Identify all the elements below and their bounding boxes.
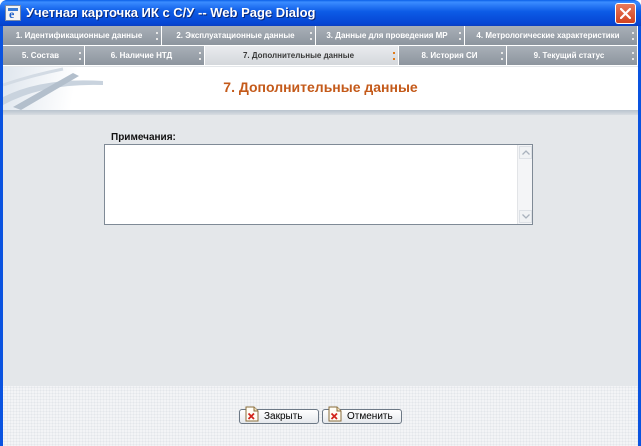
tab-grip-icon [310, 32, 312, 40]
cancel-button[interactable]: Отменить [322, 406, 402, 424]
tab-additional[interactable]: 7. Дополнительные данные [205, 46, 399, 66]
close-window-button[interactable] [615, 3, 636, 24]
tab-label: 8. История СИ [421, 50, 478, 60]
tab-current-status[interactable]: 9. Текущий статус [507, 46, 638, 66]
tab-grip-icon [156, 32, 158, 40]
tab-composition[interactable]: 5. Состав [3, 46, 85, 66]
tab-grip-icon [632, 32, 634, 40]
banner-divider [3, 110, 638, 115]
tab-row-1: 1. Идентификационные данные 2. Эксплуата… [3, 26, 638, 46]
notes-field-frame [104, 144, 533, 225]
tab-label: 3. Данные для проведения МР [326, 30, 448, 40]
tab-label: 9. Текущий статус [533, 50, 605, 60]
tab-metrological[interactable]: 4. Метрологические характеристики [465, 26, 638, 46]
tab-label: 2. Эксплуатационные данные [176, 30, 295, 40]
section-title: 7. Дополнительные данные [223, 79, 418, 95]
tab-label: 6. Наличие НТД [110, 50, 173, 60]
scroll-down-button[interactable] [519, 210, 532, 223]
dialog-window: Учетная карточка ИК с С/У -- Web Page Di… [0, 0, 641, 446]
scroll-up-button[interactable] [519, 146, 532, 159]
tab-grip-icon [393, 52, 395, 60]
cancel-button-label: Отменить [347, 411, 393, 422]
document-x-icon [328, 406, 342, 422]
notes-label: Примечания: [111, 132, 176, 143]
tab-mr-data[interactable]: 3. Данные для проведения МР [316, 26, 465, 46]
notes-scrollbar[interactable] [517, 145, 532, 224]
notes-textarea[interactable] [105, 145, 517, 224]
dialog-footer [3, 386, 638, 446]
chevron-down-icon [522, 214, 530, 219]
chevron-up-icon [522, 150, 530, 155]
close-icon [620, 8, 631, 19]
tab-grip-icon [199, 52, 201, 60]
tab-grip-icon [632, 52, 634, 60]
title-bar[interactable]: Учетная карточка ИК с С/У -- Web Page Di… [0, 0, 641, 26]
tab-label: 7. Дополнительные данные [242, 50, 355, 60]
document-x-icon [245, 406, 259, 422]
section-banner: 7. Дополнительные данные [3, 67, 638, 110]
tab-grip-icon [79, 52, 81, 60]
tab-row-2: 5. Состав 6. Наличие НТД 7. Дополнительн… [3, 46, 638, 66]
close-button[interactable]: Закрыть [239, 406, 319, 424]
tab-grip-icon [501, 52, 503, 60]
tab-history[interactable]: 8. История СИ [399, 46, 507, 66]
tab-operational[interactable]: 2. Эксплуатационные данные [162, 26, 316, 46]
tab-label: 5. Состав [21, 50, 60, 60]
window-title: Учетная карточка ИК с С/У -- Web Page Di… [26, 5, 316, 20]
close-button-label: Закрыть [264, 411, 303, 422]
tab-ntd[interactable]: 6. Наличие НТД [85, 46, 205, 66]
dialog-client: 1. Идентификационные данные 2. Эксплуата… [3, 26, 638, 446]
tab-identification[interactable]: 1. Идентификационные данные [3, 26, 162, 46]
tab-label: 1. Идентификационные данные [15, 30, 143, 40]
ie-page-icon [5, 5, 21, 22]
tab-label: 4. Метрологические характеристики [476, 30, 620, 40]
tab-grip-icon [459, 32, 461, 40]
